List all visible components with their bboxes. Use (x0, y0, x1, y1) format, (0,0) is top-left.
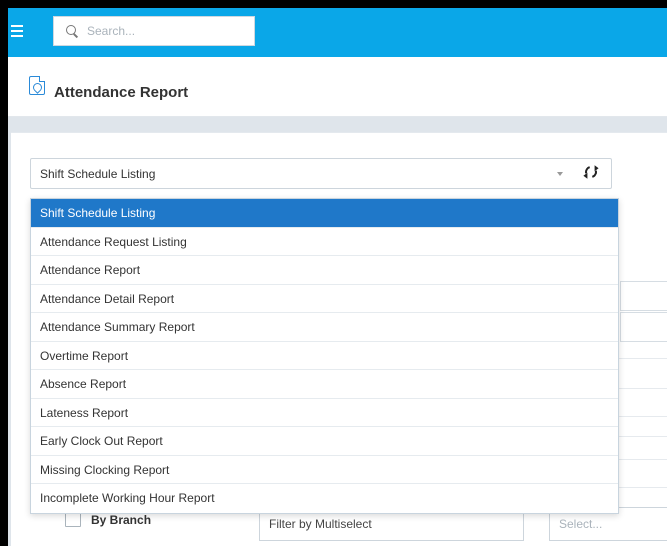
dropdown-option[interactable]: Attendance Summary Report (31, 313, 618, 342)
top-navbar (8, 8, 667, 57)
dropdown-option[interactable]: Absence Report (31, 370, 618, 399)
dropdown-option[interactable]: Incomplete Working Hour Report (31, 484, 618, 513)
dropdown-option[interactable]: Early Clock Out Report (31, 427, 618, 456)
file-pdf-icon (29, 76, 45, 95)
hamburger-menu-icon[interactable] (11, 25, 23, 37)
refresh-icon[interactable] (582, 163, 600, 181)
report-type-select[interactable]: Shift Schedule Listing (30, 158, 612, 189)
dropdown-option[interactable]: Attendance Detail Report (31, 285, 618, 313)
chevron-down-icon[interactable] (557, 172, 563, 176)
background-field[interactable] (620, 281, 667, 311)
dropdown-option[interactable]: Overtime Report (31, 342, 618, 370)
search-box[interactable] (53, 16, 255, 46)
page-title: Attendance Report (54, 84, 189, 101)
page-header: Attendance Report (8, 57, 667, 117)
dropdown-option[interactable]: Attendance Request Listing (31, 228, 618, 256)
background-field[interactable] (620, 312, 667, 342)
by-branch-label: By Branch (91, 513, 152, 527)
dropdown-option[interactable]: Missing Clocking Report (31, 456, 618, 484)
report-type-dropdown: Shift Schedule Listing Attendance Reques… (30, 198, 619, 514)
search-icon (66, 24, 79, 38)
search-input[interactable] (87, 24, 237, 38)
dropdown-option[interactable]: Shift Schedule Listing (31, 199, 618, 228)
dropdown-option[interactable]: Attendance Report (31, 256, 618, 285)
report-type-select-value: Shift Schedule Listing (40, 166, 156, 181)
dropdown-option[interactable]: Lateness Report (31, 399, 618, 427)
